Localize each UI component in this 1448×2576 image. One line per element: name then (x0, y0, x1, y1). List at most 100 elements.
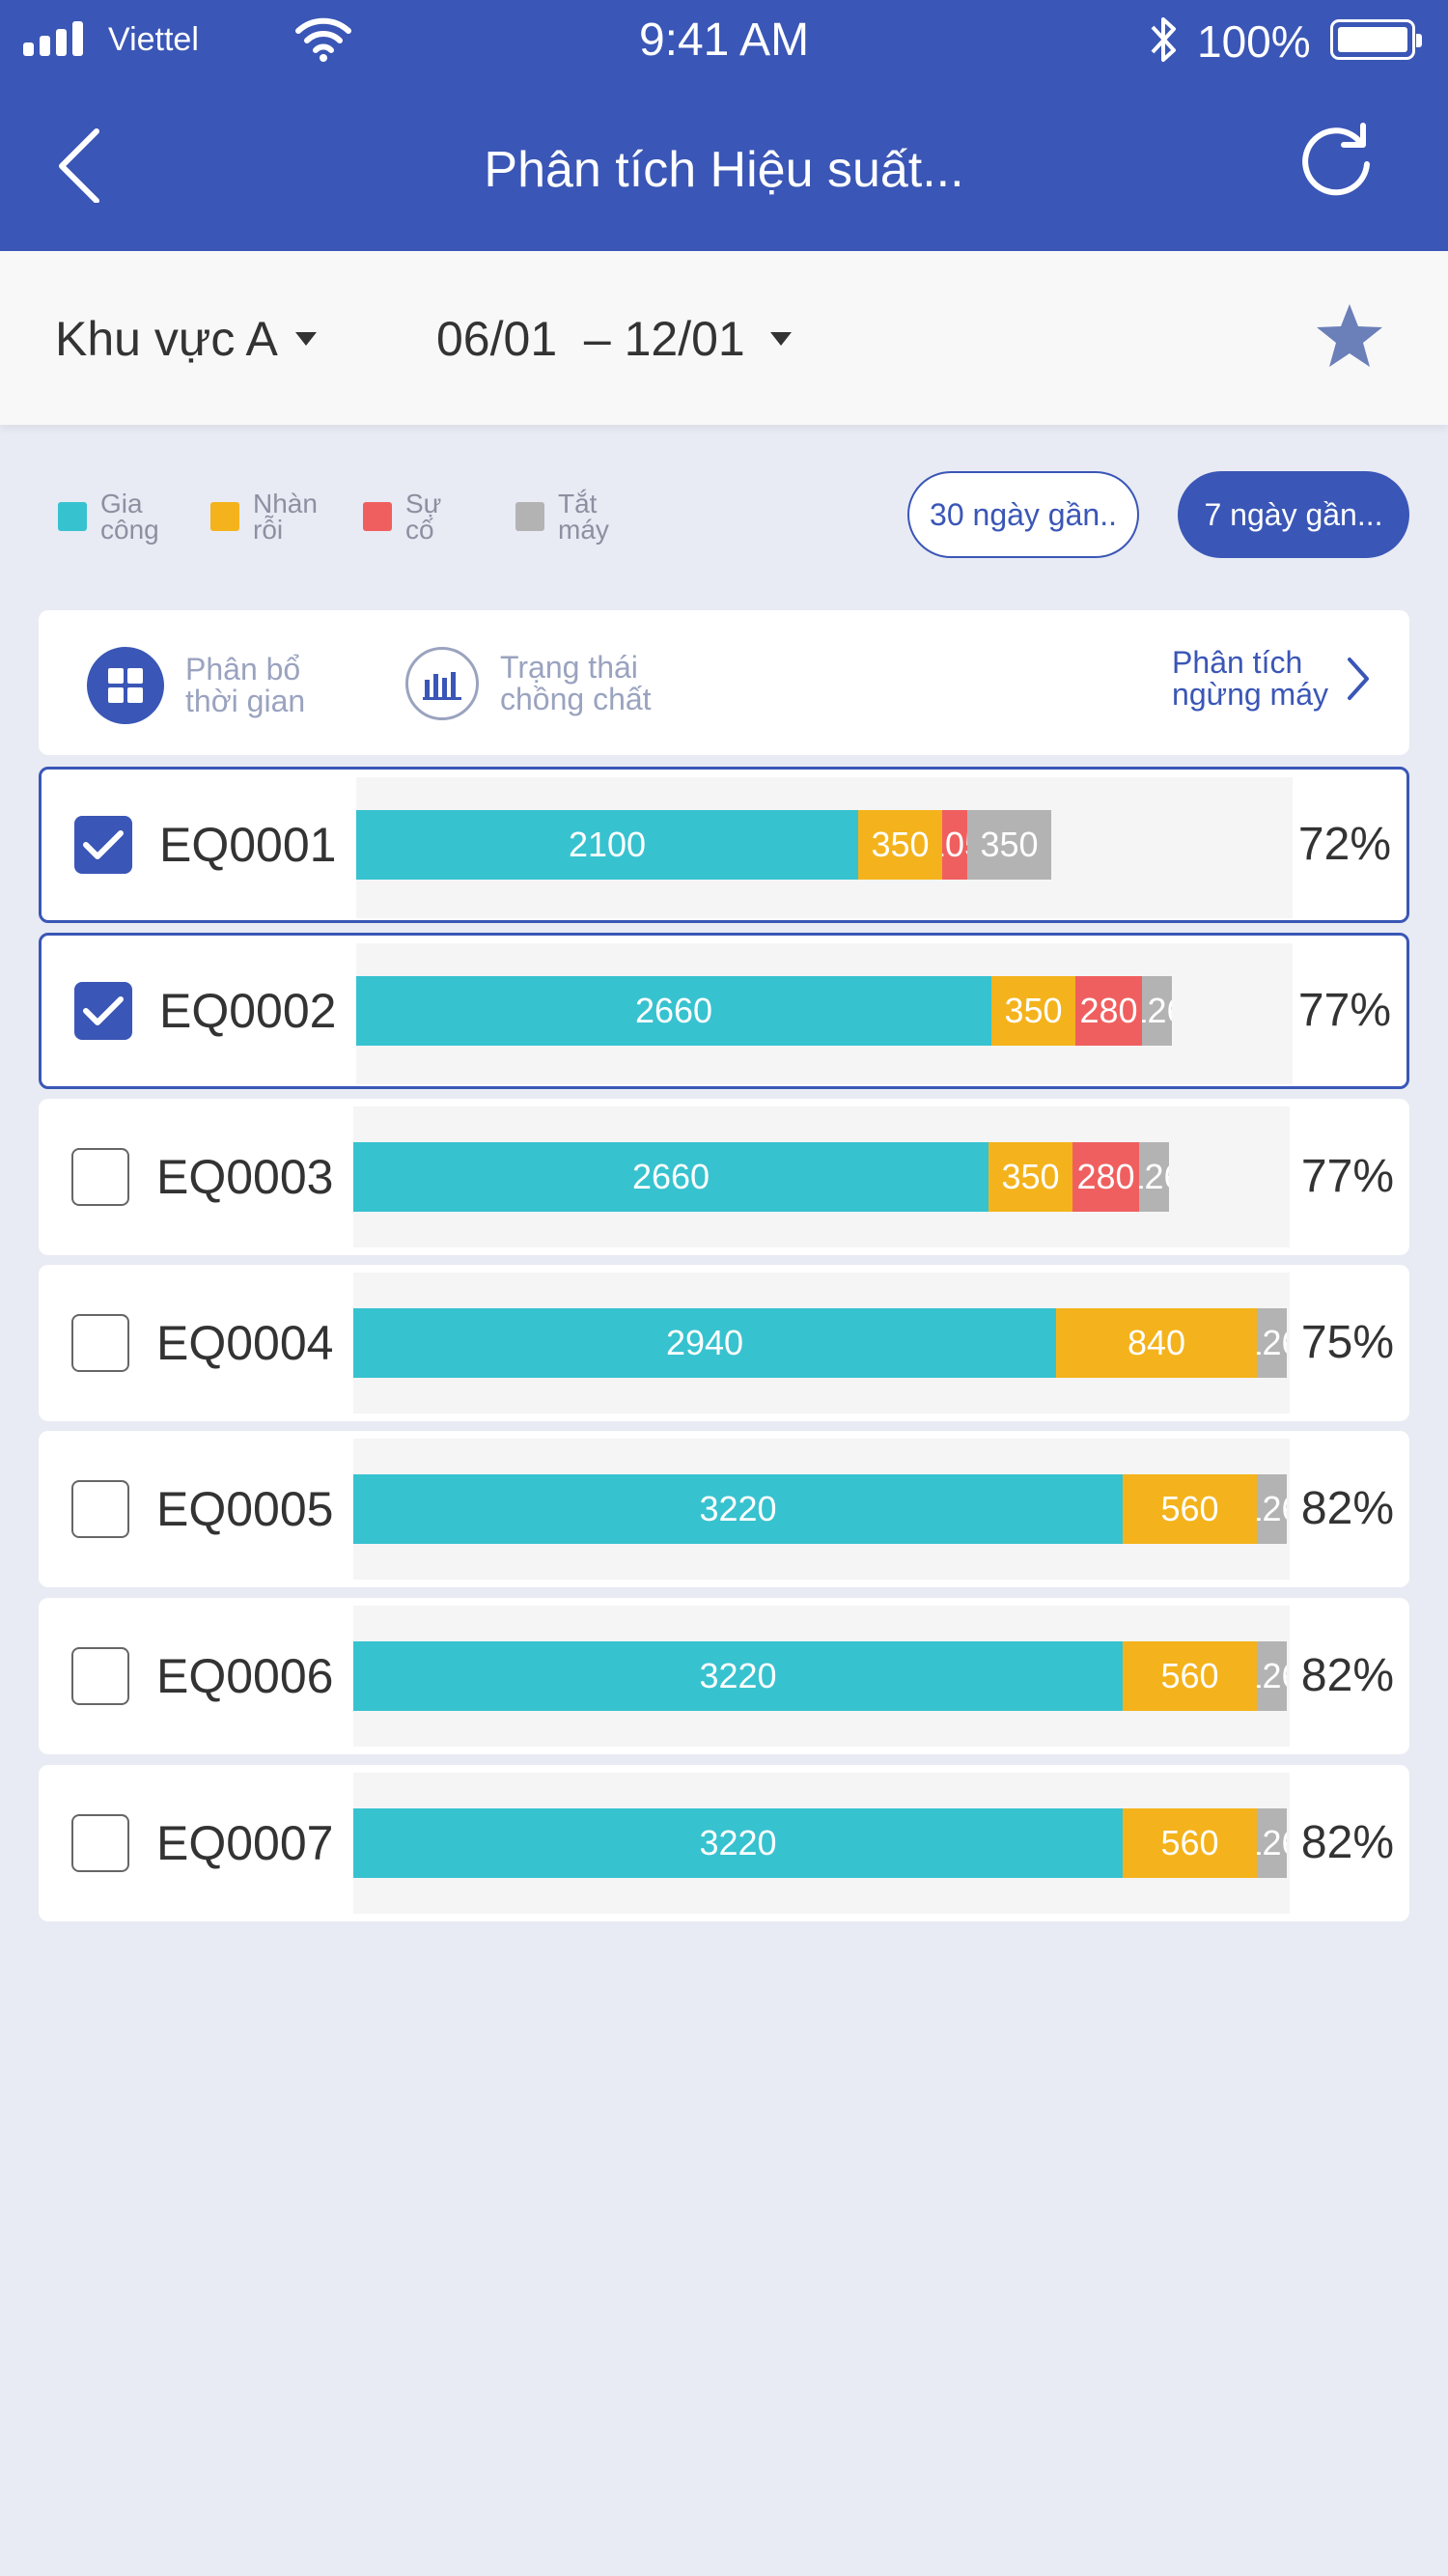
segment-processing: 3220 (353, 1641, 1123, 1711)
equipment-checkbox[interactable] (74, 816, 132, 874)
equipment-checkbox[interactable] (74, 982, 132, 1040)
app-header: Viettel 9:41 AM 100% Phân tích Hiệu suất… (0, 0, 1448, 251)
legend-swatch (515, 502, 544, 531)
legend-idle: Nhàn rỗi (210, 483, 318, 550)
legend-processing: Gia công (58, 483, 159, 550)
stacked-bar: 3220560126 (353, 1641, 1287, 1711)
date-range-value: 06/01 – 12/01 (436, 312, 745, 366)
legend-label: Tắt (558, 489, 598, 518)
segment-idle: 560 (1123, 1474, 1257, 1544)
equipment-row[interactable]: EQ0003 2660350280126 77% (39, 1099, 1409, 1255)
equipment-id: EQ0007 (156, 1816, 334, 1870)
seven-days-button[interactable]: 7 ngày gần... (1178, 471, 1409, 558)
segment-processing: 2100 (356, 810, 858, 880)
legend-label: máy (558, 515, 609, 545)
equipment-row[interactable]: EQ0005 3220560126 82% (39, 1431, 1409, 1587)
date-caret-icon (769, 332, 792, 346)
segment-incident: 280 (1075, 976, 1142, 1046)
equipment-checkbox[interactable] (71, 1314, 129, 1372)
legend-label: cố (405, 515, 434, 545)
equipment-id: EQ0005 (156, 1482, 334, 1536)
page-title: Phân tích Hiệu suất... (484, 142, 964, 198)
efficiency-percent: 75% (1300, 1317, 1394, 1368)
equipment-id: EQ0006 (156, 1649, 334, 1703)
tool-label: Trạng thái (500, 650, 638, 685)
efficiency-percent: 82% (1300, 1817, 1394, 1868)
legend-label: Nhàn (253, 489, 318, 518)
stacked-bar: 2660350280126 (356, 976, 1172, 1046)
stacked-status-tab[interactable]: Trạng thái chồng chất (405, 647, 652, 720)
area-dropdown[interactable]: Khu vực A (55, 311, 317, 367)
check-icon (83, 996, 124, 1025)
legend-label: Gia (100, 489, 143, 518)
equipment-id: EQ0002 (159, 984, 337, 1038)
stacked-bar: 3220560126 (353, 1474, 1287, 1544)
equipment-row[interactable]: EQ0004 2940840126 75% (39, 1265, 1409, 1421)
area-caret-icon (294, 332, 317, 346)
tool-label: chồng chất (500, 682, 652, 716)
equipment-id: EQ0001 (159, 818, 337, 872)
segment-idle: 350 (991, 976, 1075, 1046)
star-icon[interactable] (1315, 301, 1384, 371)
segment-off: 126 (1257, 1808, 1287, 1878)
date-range-dropdown[interactable]: 06/01 – 12/01 (436, 311, 792, 367)
bluetooth-icon (1151, 17, 1176, 62)
efficiency-percent: 82% (1300, 1483, 1394, 1534)
battery-icon (1330, 19, 1422, 60)
tool-label: thời gian (185, 684, 306, 718)
segment-off: 126 (1142, 976, 1172, 1046)
thirty-days-button[interactable]: 30 ngày gần.. (907, 471, 1139, 558)
equipment-checkbox[interactable] (71, 1480, 129, 1538)
segment-off: 126 (1257, 1641, 1287, 1711)
downtime-analysis-link[interactable]: Phân tích ngừng máy (1172, 647, 1371, 711)
legend-label: rỗi (253, 515, 284, 545)
efficiency-percent: 77% (1297, 985, 1391, 1036)
segment-idle: 560 (1123, 1641, 1257, 1711)
segment-off: 126 (1257, 1474, 1287, 1544)
equipment-checkbox[interactable] (71, 1148, 129, 1206)
legend-label: Sự (405, 489, 442, 518)
time-allocation-tab[interactable]: Phân bổ thời gian (87, 647, 305, 724)
status-bar: Viettel 9:41 AM 100% (0, 0, 1448, 85)
check-icon (83, 830, 124, 859)
equipment-checkbox[interactable] (71, 1647, 129, 1705)
equipment-row[interactable]: EQ0001210035010535072% (39, 767, 1409, 923)
equipment-row[interactable]: EQ0007 3220560126 82% (39, 1765, 1409, 1921)
area-value: Khu vực A (55, 312, 278, 366)
battery-percent: 100% (1197, 16, 1311, 67)
segment-incident: 280 (1072, 1142, 1139, 1212)
segment-idle: 560 (1123, 1808, 1257, 1878)
stacked-bar: 3220560126 (353, 1808, 1287, 1878)
segment-processing: 2660 (353, 1142, 989, 1212)
segment-off: 126 (1139, 1142, 1169, 1212)
equipment-row[interactable]: EQ0002 2660350280126 77% (39, 933, 1409, 1089)
legend-label: công (100, 515, 159, 545)
stacked-bar: 2660350280126 (353, 1142, 1169, 1212)
legend-swatch (363, 502, 392, 531)
grid-icon (87, 647, 164, 724)
segment-incident: 105 (942, 810, 967, 880)
refresh-icon[interactable] (1299, 120, 1377, 197)
legend-incident: Sự cố (363, 483, 441, 550)
legend-off: Tắt máy (515, 483, 609, 550)
segment-off: 350 (967, 810, 1051, 880)
stacked-bar: 2100350105350 (356, 810, 1051, 880)
segment-idle: 350 (858, 810, 942, 880)
tool-label: Phân bổ (185, 652, 301, 686)
segment-idle: 350 (989, 1142, 1072, 1212)
segment-processing: 3220 (353, 1808, 1123, 1878)
equipment-checkbox[interactable] (71, 1814, 129, 1872)
stacked-bar: 2940840126 (353, 1308, 1287, 1378)
tool-label: ngừng máy (1172, 677, 1328, 712)
segment-processing: 2660 (356, 976, 991, 1046)
filter-bar: Khu vực A 06/01 – 12/01 (0, 251, 1448, 425)
segment-off: 126 (1257, 1308, 1287, 1378)
segment-idle: 840 (1056, 1308, 1257, 1378)
tool-label: Phân tích (1172, 645, 1303, 680)
efficiency-percent: 82% (1300, 1650, 1394, 1701)
equipment-row[interactable]: EQ0006 3220560126 82% (39, 1598, 1409, 1754)
efficiency-percent: 72% (1297, 819, 1391, 870)
efficiency-percent: 77% (1300, 1151, 1394, 1202)
segment-processing: 2940 (353, 1308, 1056, 1378)
analysis-tools-card: Phân bổ thời gian Trạng thái chồng chất Ph… (39, 610, 1409, 755)
